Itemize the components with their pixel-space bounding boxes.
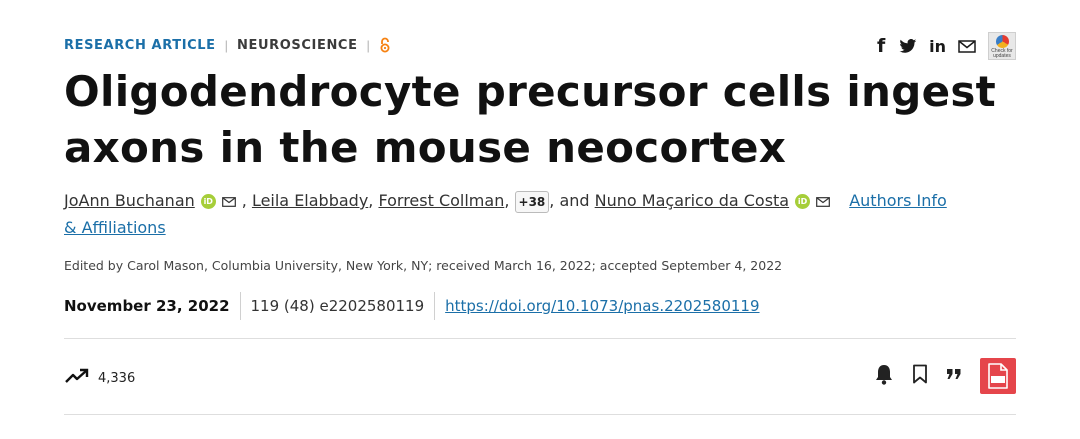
author-link[interactable]: Leila Elabbady (252, 191, 368, 210)
email-icon[interactable] (816, 189, 831, 215)
authors-info-link[interactable]: Authors Info & Affiliations (64, 191, 947, 237)
linkedin-icon[interactable]: in (929, 37, 946, 56)
article-title: Oligodendrocyte precursor cells ingest a… (64, 67, 997, 172)
author-conjunction: , and (549, 191, 590, 210)
article-meta: RESEARCH ARTICLE | NEUROSCIENCE | (64, 36, 391, 54)
divider-bottom (64, 414, 1016, 415)
doi-link[interactable]: https://doi.org/10.1073/pnas.2202580119 (445, 297, 759, 315)
pdf-button[interactable] (980, 358, 1016, 394)
email-icon[interactable] (958, 39, 976, 53)
orcid-icon[interactable]: iD (795, 194, 811, 209)
publication-date: November 23, 2022 (64, 297, 230, 315)
share-toolbar: f in Check for updates (875, 32, 1016, 60)
twitter-icon[interactable] (899, 38, 917, 54)
divider (239, 292, 241, 320)
crossmark-icon (995, 35, 1009, 48)
publication-info: November 23, 2022 119 (48) e2202580119 h… (64, 292, 760, 320)
email-icon[interactable] (221, 189, 236, 215)
open-access-icon (379, 37, 391, 53)
facebook-icon[interactable]: f (875, 35, 887, 57)
bell-icon[interactable] (874, 363, 894, 390)
article-actions (874, 358, 1016, 394)
check-for-updates-label: Check for updates (991, 48, 1013, 59)
bookmark-icon[interactable] (912, 364, 928, 389)
meta-divider: | (366, 37, 370, 53)
trending-up-icon (64, 368, 90, 388)
article-type[interactable]: RESEARCH ARTICLE (64, 38, 216, 53)
citation: 119 (48) e2202580119 (250, 297, 425, 315)
editorial-note: Edited by Carol Mason, Columbia Universi… (64, 258, 783, 273)
meta-divider: | (224, 37, 229, 53)
cite-quote-icon[interactable] (946, 367, 962, 385)
article-metrics[interactable]: 4,336 (64, 368, 135, 388)
orcid-icon[interactable]: iD (200, 194, 216, 209)
article-subject[interactable]: NEUROSCIENCE (237, 38, 358, 53)
more-authors-button[interactable]: +38 (514, 191, 550, 213)
author-link[interactable]: Forrest Collman (378, 191, 504, 210)
views-count: 4,336 (98, 370, 136, 386)
author-list: JoAnn Buchanan iD, Leila Elabbady, Forres… (64, 189, 947, 237)
divider (434, 292, 436, 320)
author-link[interactable]: Nuno Maçarico da Costa (595, 191, 789, 210)
divider-top (64, 338, 1016, 339)
author-link[interactable]: JoAnn Buchanan (64, 191, 195, 210)
check-for-updates-badge[interactable]: Check for updates (988, 32, 1016, 60)
